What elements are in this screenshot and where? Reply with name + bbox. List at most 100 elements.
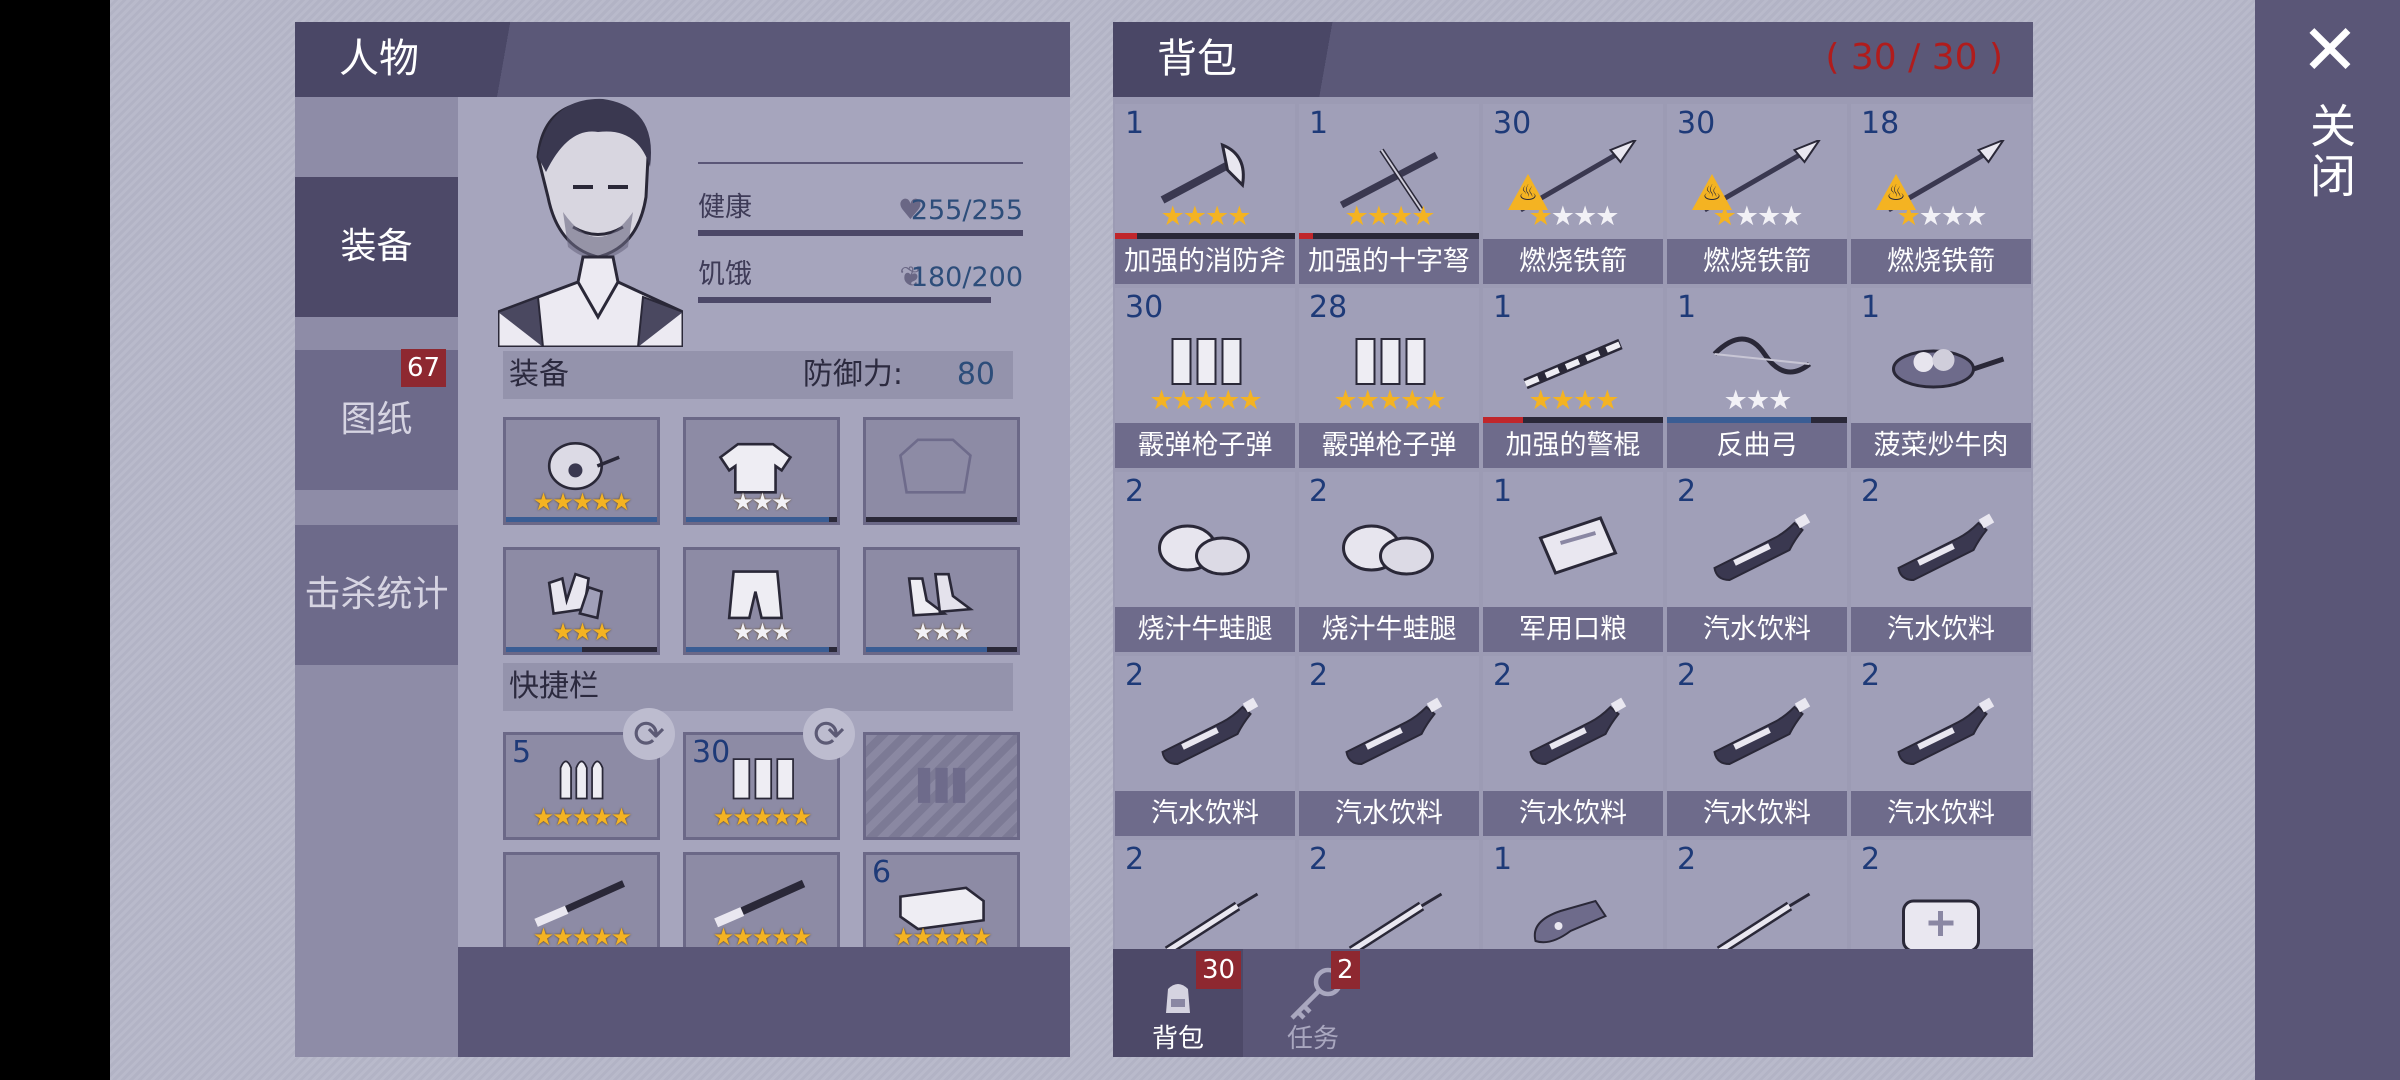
equipment-section-bar: 装备 防御力: 80 — [503, 351, 1013, 399]
bag-item[interactable]: 18 ♨ ★★★★ 燃烧铁箭 — [1851, 104, 2031, 284]
item-name: 反曲弓 — [1667, 423, 1847, 468]
item-count: 28 — [1309, 290, 1348, 325]
star-empty-icon: ★ — [771, 488, 792, 516]
star-filled-icon: ★ — [1712, 201, 1737, 232]
bag-item[interactable]: 2 汽水饮料 — [1115, 656, 1295, 836]
item-name: 燃烧铁箭 — [1667, 239, 1847, 284]
game-screen: 人物 装备 图纸 67 击杀统计 健康 ♥ 255/255 饥饿 ❦ 180/2… — [0, 0, 2400, 1080]
bag-item[interactable]: 2 汽水饮料 — [1851, 472, 2031, 652]
tab-kill-stats[interactable]: 击杀统计 — [295, 525, 458, 665]
bag-item[interactable]: 2 — [1667, 840, 1847, 959]
bag-item[interactable]: 2 烧汁牛蛙腿 — [1299, 472, 1479, 652]
health-bar — [698, 230, 1023, 236]
star-filled-icon: ★ — [552, 803, 573, 831]
star-filled-icon: ★ — [790, 803, 812, 831]
item-name: 霰弹枪子弹 — [1299, 423, 1479, 468]
star-filled-icon: ★ — [1171, 385, 1196, 416]
ammo-slot-empty-icon — [917, 767, 965, 803]
star-empty-icon: ★ — [1941, 201, 1965, 232]
bag-item[interactable]: 1 ★★★★ 加强的消防斧 — [1115, 104, 1295, 284]
star-filled-icon: ★ — [1238, 385, 1262, 416]
item-count: 2 — [1861, 658, 1881, 693]
quickbar-slot[interactable]: ★★★★★ — [503, 852, 660, 960]
star-rating: ★★★ — [1667, 385, 1847, 416]
star-filled-icon: ★ — [1227, 201, 1251, 232]
star-filled-icon: ★ — [1411, 201, 1435, 232]
quickbar-slot[interactable]: ★★★★★ — [683, 852, 840, 960]
character-footer — [458, 947, 1070, 1057]
bag-item[interactable]: 2 烧汁牛蛙腿 — [1115, 472, 1295, 652]
equipment-slot[interactable]: ★★★ — [863, 547, 1020, 655]
star-rating: ★★★★★ — [506, 803, 657, 831]
bag-item[interactable]: 2 汽水饮料 — [1299, 656, 1479, 836]
bag-item[interactable]: 30 ♨ ★★★★ 燃烧铁箭 — [1667, 104, 1847, 284]
star-empty-icon: ★ — [1779, 201, 1803, 232]
equipment-slot[interactable]: ★★★ — [683, 417, 840, 525]
star-empty-icon: ★ — [1595, 201, 1619, 232]
star-rating: ★★★★ — [1483, 201, 1663, 232]
equipment-slot[interactable] — [863, 417, 1020, 525]
equipment-slot[interactable]: ★★★ — [683, 547, 840, 655]
quickbar-slot[interactable]: 6 ★★★★★ — [863, 852, 1020, 960]
bag-item[interactable]: 2 汽水饮料 — [1667, 472, 1847, 652]
durability-bar — [686, 647, 830, 652]
bag-item[interactable]: 2 — [1851, 840, 2031, 959]
bag-item[interactable]: 2 — [1115, 840, 1295, 959]
item-name: 烧汁牛蛙腿 — [1299, 607, 1479, 652]
star-filled-icon: ★ — [751, 803, 773, 831]
star-filled-icon: ★ — [1160, 201, 1185, 232]
character-title: 人物 — [295, 22, 535, 97]
star-empty-icon: ★ — [751, 488, 773, 516]
bag-capacity: ( 30 / 30 ) — [1825, 37, 2003, 78]
item-count: 1 — [1309, 106, 1329, 141]
equipment-slot[interactable]: ★★★ — [503, 547, 660, 655]
hunger-bar — [698, 297, 991, 303]
quickbar-slot[interactable] — [863, 732, 1020, 840]
bag-item[interactable]: 1 军用口粮 — [1483, 472, 1663, 652]
star-filled-icon: ★ — [1550, 385, 1575, 416]
bag-item[interactable]: 2 — [1299, 840, 1479, 959]
star-empty-icon: ★ — [1723, 385, 1748, 416]
durability-bar — [506, 517, 657, 522]
durability-bar — [686, 517, 830, 522]
star-filled-icon: ★ — [712, 803, 734, 831]
beer-bottle-icon — [1533, 899, 1607, 943]
star-rating: ★★★ — [686, 618, 837, 646]
swap-icon[interactable]: ⟳ — [623, 708, 675, 760]
item-count: 2 — [1125, 474, 1145, 509]
swap-icon[interactable]: ⟳ — [803, 708, 855, 760]
health-value: 255/255 — [910, 195, 1023, 226]
health-label: 健康 — [698, 192, 752, 223]
close-button[interactable]: ✕ 关闭 — [2280, 15, 2380, 210]
item-name: 汽水饮料 — [1851, 607, 2031, 652]
bag-item[interactable]: 2 汽水饮料 — [1483, 656, 1663, 836]
star-rating: ★★★★★ — [686, 803, 837, 831]
ration-pack-icon — [1538, 515, 1618, 575]
bag-item[interactable]: 28 ★★★★★ 霰弹枪子弹 — [1299, 288, 1479, 468]
character-side-tabs: 装备 图纸 67 击杀统计 — [295, 97, 458, 1057]
star-filled-icon: ★ — [591, 803, 612, 831]
star-filled-icon: ★ — [771, 803, 792, 831]
star-filled-icon: ★ — [1149, 385, 1173, 416]
bag-item[interactable]: 1 ★★★★ 加强的十字弩 — [1299, 104, 1479, 284]
bag-item[interactable]: 30 ♨ ★★★★ 燃烧铁箭 — [1483, 104, 1663, 284]
bag-panel: 背包 ( 30 / 30 ) 1 ★★★★ 加强的消防斧 1 ★★★★ 加强的十字弩 30 ♨… — [1113, 22, 2033, 1057]
bag-item[interactable]: 1 — [1483, 840, 1663, 959]
star-empty-icon: ★ — [1963, 201, 1987, 232]
star-rating: ★★★★★ — [1299, 385, 1479, 416]
bag-item[interactable]: 2 汽水饮料 — [1667, 656, 1847, 836]
bag-item[interactable]: 1 ★★★★ 加强的警棍 — [1483, 288, 1663, 468]
bag-item[interactable]: 1 ★★★ 反曲弓 — [1667, 288, 1847, 468]
footer-tab-backpack-label: 背包 — [1151, 1024, 1204, 1054]
tab-equipment[interactable]: 装备 — [295, 177, 458, 317]
item-name: 汽水饮料 — [1299, 791, 1479, 836]
character-panel: 人物 装备 图纸 67 击杀统计 健康 ♥ 255/255 饥饿 ❦ 180/2… — [295, 22, 1070, 1057]
quickbar-section-bar: 快捷栏 — [503, 663, 1013, 711]
bag-item[interactable]: 2 汽水饮料 — [1851, 656, 2031, 836]
equipment-slot[interactable]: ★★★★★ — [503, 417, 660, 525]
bag-item[interactable]: 1 菠菜炒牛肉 — [1851, 288, 2031, 468]
star-empty-icon: ★ — [1745, 385, 1770, 416]
bag-item[interactable]: 30 ★★★★★ 霰弹枪子弹 — [1115, 288, 1295, 468]
star-rating: ★★★ — [866, 618, 1017, 646]
star-filled-icon: ★ — [1193, 385, 1218, 416]
